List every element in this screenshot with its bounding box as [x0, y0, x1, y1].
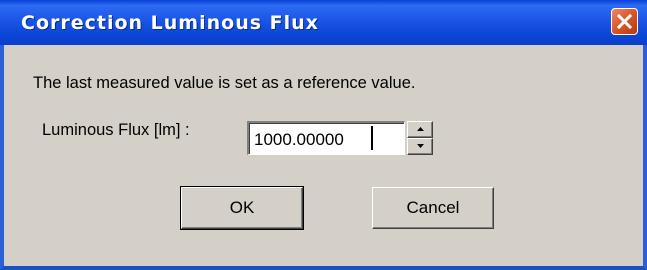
- luminous-flux-label: Luminous Flux [lm] :: [42, 121, 190, 139]
- window-title: Correction Luminous Flux: [21, 12, 319, 34]
- info-message: The last measured value is set as a refe…: [33, 74, 416, 92]
- spin-up-button[interactable]: [407, 121, 433, 138]
- title-bar[interactable]: Correction Luminous Flux: [0, 0, 647, 45]
- arrow-down-icon: [417, 144, 424, 148]
- luminous-flux-input[interactable]: [247, 121, 405, 155]
- ok-button-label: OK: [229, 198, 255, 217]
- luminous-flux-spinner: [407, 121, 433, 155]
- correction-dialog: Correction Luminous Flux The last measur…: [0, 0, 647, 270]
- close-button[interactable]: [611, 8, 638, 35]
- cancel-button[interactable]: Cancel: [372, 187, 494, 229]
- arrow-up-icon: [417, 127, 424, 131]
- cancel-button-label: Cancel: [406, 198, 460, 217]
- text-caret: [371, 126, 373, 150]
- close-icon: [617, 14, 632, 29]
- ok-button[interactable]: OK: [180, 186, 304, 230]
- spin-down-button[interactable]: [407, 138, 433, 155]
